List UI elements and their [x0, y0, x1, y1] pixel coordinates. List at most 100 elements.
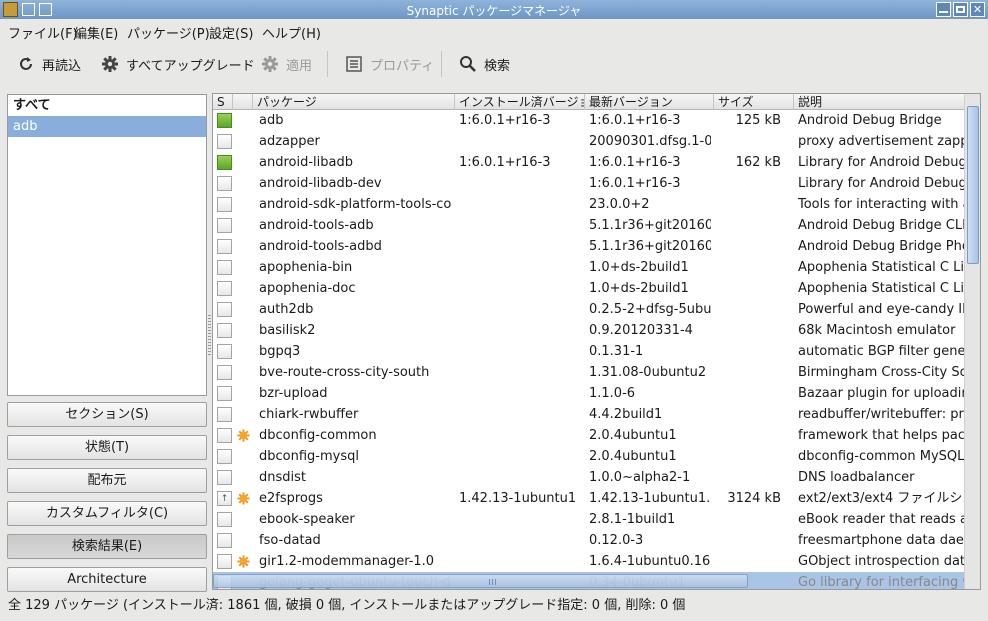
close-button[interactable]: ✕	[970, 2, 985, 17]
status-checkbox[interactable]	[217, 344, 232, 359]
status-checkbox[interactable]	[217, 428, 232, 443]
reload-icon	[16, 54, 36, 74]
status-checkbox[interactable]	[217, 197, 232, 212]
status-checkbox[interactable]	[217, 218, 232, 233]
table-row[interactable]: dnsdist 1.0.0~alpha2-1 DNS loadbalancer	[213, 467, 980, 488]
status-checkbox[interactable]	[217, 281, 232, 296]
status-checkbox[interactable]	[217, 533, 232, 548]
status-checkbox[interactable]	[217, 449, 232, 464]
table-row[interactable]: bgpq3 0.1.31-1 automatic BGP filter genera…	[213, 341, 980, 362]
table-row[interactable]: apophenia-doc 1.0+ds-2build1 Apophenia Sta…	[213, 278, 980, 299]
table-row[interactable]: fso-datad 0.12.0-3 freesmartphone data dae…	[213, 530, 980, 551]
status-checkbox[interactable]: ↑	[217, 491, 232, 506]
status-checkbox[interactable]	[217, 113, 232, 128]
status-checkbox[interactable]	[217, 176, 232, 191]
status-checkbox[interactable]	[217, 239, 232, 254]
menu-package[interactable]: パッケージ(P)	[127, 23, 210, 42]
column-header-size[interactable]: サイズ	[714, 94, 794, 110]
menu-help[interactable]: ヘルプ(H)	[262, 23, 321, 42]
table-row[interactable]: bve-route-cross-city-south 1.31.08-0ubunt…	[213, 362, 980, 383]
status-checkbox[interactable]	[217, 260, 232, 275]
table-row[interactable]: ebook-speaker 2.8.1-1build1 eBook reader t…	[213, 509, 980, 530]
installed-version-cell	[459, 194, 581, 215]
column-header-support[interactable]	[233, 94, 253, 110]
installed-version-cell	[459, 425, 581, 446]
table-row[interactable]: android-tools-adb 5.1.1r36+git20160322 And…	[213, 215, 980, 236]
table-row[interactable]: android-tools-adbd 5.1.1r36+git20160322 An…	[213, 236, 980, 257]
status-checkbox[interactable]	[217, 134, 232, 149]
table-row[interactable]: chiark-rwbuffer 4.4.2build1 readbuffer/wri…	[213, 404, 980, 425]
architecture-button[interactable]: Architecture	[7, 567, 207, 592]
status-checkbox[interactable]	[217, 155, 232, 170]
description-cell: Apophenia Statistical C Library	[798, 260, 980, 275]
horizontal-scrollbar[interactable]	[212, 573, 964, 589]
gear-icon	[100, 54, 120, 74]
reload-button[interactable]: 再読込	[16, 53, 81, 75]
status-checkbox[interactable]	[217, 323, 232, 338]
status-checkbox[interactable]	[217, 365, 232, 380]
table-row[interactable]: android-libadb 1:6.0.1+r16-3 1:6.0.1+r16-3…	[213, 152, 980, 173]
package-name-cell: ebook-speaker	[259, 512, 355, 527]
description-cell: 68k Macintosh emulator	[798, 323, 956, 338]
description-cell: Android Debug Bridge Phone daemon	[798, 239, 980, 254]
package-table: S パッケージ インストール済バージョン 最新バージョン サイズ 説明 adb 1…	[212, 93, 981, 590]
toolbar-separator	[327, 51, 328, 77]
installed-version-cell	[459, 278, 581, 299]
menu-settings[interactable]: 設定(S)	[209, 23, 253, 42]
origin-button[interactable]: 配布元	[7, 468, 207, 493]
menu-file[interactable]: ファイル(F)	[8, 23, 78, 42]
column-header-installed-version[interactable]: インストール済バージョン	[455, 94, 585, 110]
vertical-scroll-thumb[interactable]	[967, 106, 979, 264]
installed-version-cell	[459, 383, 581, 404]
apply-button[interactable]: 適用	[260, 53, 312, 75]
custom-filters-button[interactable]: カスタムフィルタ(C)	[7, 501, 207, 526]
table-row[interactable]: android-libadb-dev 1:6.0.1+r16-3 Library f…	[213, 173, 980, 194]
latest-version-cell: 1.42.13-1ubuntu1.2	[589, 491, 711, 506]
pane-resize-handle[interactable]	[208, 315, 211, 355]
description-cell: Android Debug Bridge	[798, 113, 942, 128]
status-checkbox[interactable]	[217, 407, 232, 422]
upgrade-all-button[interactable]: すべてアップグレード	[100, 53, 255, 75]
table-row[interactable]: ↑ e2fsprogs 1.42.13-1ubuntu1 1.42.13-1ubunt…	[213, 488, 980, 509]
horizontal-scroll-thumb[interactable]	[213, 574, 748, 588]
status-checkbox[interactable]	[217, 470, 232, 485]
package-name-cell: android-tools-adbd	[259, 239, 382, 254]
filter-item-adb[interactable]: adb	[8, 116, 206, 137]
status-checkbox[interactable]	[217, 386, 232, 401]
status-checkbox[interactable]	[217, 302, 232, 317]
installed-version-cell	[459, 551, 581, 572]
column-header-package[interactable]: パッケージ	[253, 94, 455, 110]
table-row[interactable]: android-sdk-platform-tools-common 23.0.0+…	[213, 194, 980, 215]
package-name-cell: android-tools-adb	[259, 218, 374, 233]
maximize-button[interactable]	[953, 2, 968, 17]
column-header-latest-version[interactable]: 最新バージョン	[585, 94, 714, 110]
table-row[interactable]: dbconfig-mysql 2.0.4ubuntu1 dbconfig-commo…	[213, 446, 980, 467]
table-row[interactable]: dbconfig-common 2.0.4ubuntu1 framework tha…	[213, 425, 980, 446]
column-header-description[interactable]: 説明	[794, 94, 980, 110]
table-row[interactable]: bzr-upload 1.1.0-6 Bazaar plugin for uploa…	[213, 383, 980, 404]
table-row[interactable]: adzapper 20090301.dfsg.1-0.2 proxy adverti…	[213, 131, 980, 152]
description-cell: proxy advertisement zapper add-on	[798, 134, 980, 149]
table-row[interactable]: auth2db 0.2.5-2+dfsg-5ubuntu1 Powerful and…	[213, 299, 980, 320]
menu-edit[interactable]: 編集(E)	[74, 23, 118, 42]
minimize-button[interactable]	[936, 2, 951, 17]
filter-item-all[interactable]: すべて	[8, 95, 206, 116]
installed-version-cell	[459, 320, 581, 341]
size-cell	[718, 467, 781, 488]
vertical-scrollbar[interactable]	[964, 94, 980, 589]
size-cell: 162 kB	[735, 155, 781, 170]
status-checkbox[interactable]	[217, 554, 232, 569]
table-row[interactable]: apophenia-bin 1.0+ds-2build1 Apophenia Sta…	[213, 257, 980, 278]
table-row[interactable]: adb 1:6.0.1+r16-3 1:6.0.1+r16-3 125 kB Andro…	[213, 110, 980, 131]
table-row[interactable]: basilisk2 0.9.20120331-4 68k Macintosh emu…	[213, 320, 980, 341]
toolbar: 再読込 すべてアップグレード 適用 プロパティ 検索	[0, 41, 988, 87]
status-checkbox[interactable]	[217, 512, 232, 527]
column-header-status[interactable]: S	[213, 94, 233, 110]
search-results-button[interactable]: 検索結果(E)	[7, 534, 207, 559]
status-button[interactable]: 状態(T)	[7, 435, 207, 460]
table-row[interactable]: gir1.2-modemmanager-1.0 1.6.4-1ubuntu0.16…	[213, 551, 980, 572]
search-button[interactable]: 検索	[458, 53, 510, 75]
sections-button[interactable]: セクション(S)	[7, 402, 207, 427]
properties-button[interactable]: プロパティ	[344, 53, 434, 75]
description-cell: eBook reader that reads aloud	[798, 512, 980, 527]
